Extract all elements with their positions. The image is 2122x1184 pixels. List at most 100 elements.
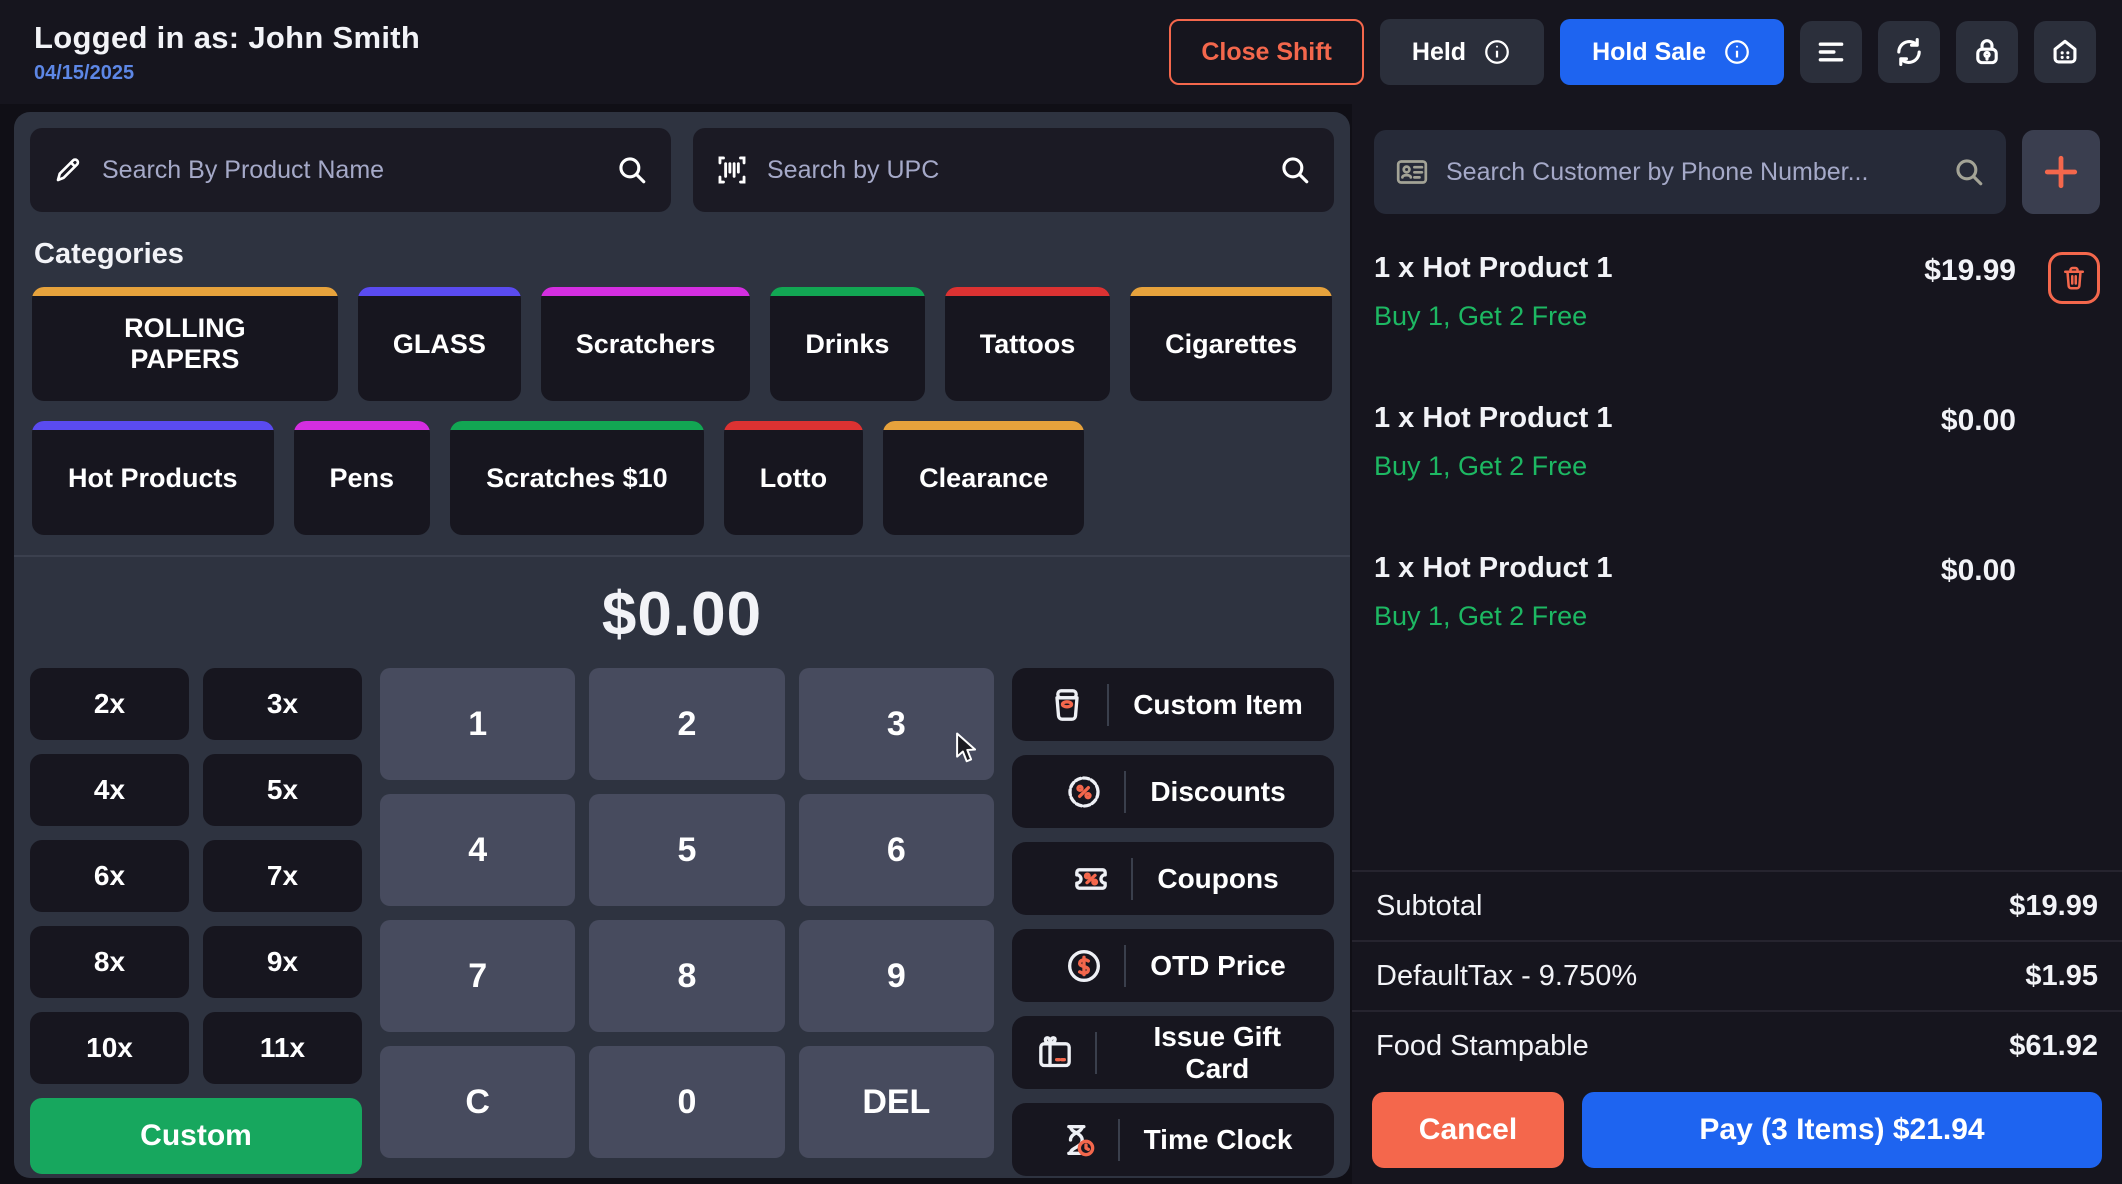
- number-pad: 1 2 3 4 5 6 7 8 9 C 0 DEL: [380, 668, 994, 1176]
- subtotal-value: $19.99: [2009, 889, 2098, 922]
- cart-item-name: 1 x Hot Product 1: [1374, 552, 1613, 584]
- key-7[interactable]: 7: [380, 920, 576, 1032]
- cart-item-info: 1 x Hot Product 1 Buy 1, Get 2 Free: [1374, 252, 1846, 332]
- category-accent-bar: [293, 421, 431, 430]
- key-1[interactable]: 1: [380, 668, 576, 780]
- issue-gift-card-button[interactable]: Issue Gift Card: [1012, 1016, 1334, 1089]
- category-glass[interactable]: GLASS: [357, 287, 522, 401]
- product-search-box[interactable]: [30, 128, 671, 212]
- cancel-button[interactable]: Cancel: [1372, 1092, 1564, 1168]
- key-8[interactable]: 8: [589, 920, 785, 1032]
- product-search-row: [14, 112, 1350, 212]
- action-divider: [1124, 944, 1127, 987]
- category-lotto[interactable]: Lotto: [723, 421, 864, 535]
- coupons-button[interactable]: Coupons: [1012, 842, 1334, 915]
- cash-drawer-icon: [2048, 35, 2082, 69]
- food-stampable-row: Food Stampable $61.92: [1352, 1010, 2122, 1080]
- category-label: Clearance: [919, 462, 1049, 493]
- action-divider: [1131, 857, 1134, 900]
- remove-item-button[interactable]: [2048, 252, 2100, 304]
- held-button[interactable]: Held: [1379, 19, 1545, 85]
- key-9[interactable]: 9: [798, 920, 994, 1032]
- held-label: Held: [1411, 37, 1467, 66]
- multiplier-5x[interactable]: 5x: [203, 754, 362, 826]
- search-icon[interactable]: [1952, 155, 1986, 189]
- action-divider: [1124, 770, 1127, 813]
- category-drinks[interactable]: Drinks: [770, 287, 925, 401]
- header-actions: Close Shift Held Hold Sale: [1169, 19, 2096, 85]
- category-row-1: ROLLING PAPERS GLASS Scratchers Drinks T…: [14, 287, 1350, 401]
- totals-section: Subtotal $19.99 DefaultTax - 9.750% $1.9…: [1352, 870, 2122, 1184]
- key-6[interactable]: 6: [798, 794, 994, 906]
- category-accent-bar: [32, 421, 274, 430]
- search-icon[interactable]: [615, 153, 649, 187]
- product-search-input[interactable]: [102, 155, 597, 185]
- key-2[interactable]: 2: [589, 668, 785, 780]
- category-pens[interactable]: Pens: [293, 421, 431, 535]
- category-hot-products[interactable]: Hot Products: [32, 421, 274, 535]
- register-panel: Categories ROLLING PAPERS GLASS Scratche…: [14, 112, 1350, 1178]
- close-shift-button[interactable]: Close Shift: [1169, 19, 1364, 85]
- logged-in-text: Logged in as: John Smith: [34, 19, 421, 55]
- key-3[interactable]: 3: [798, 668, 994, 780]
- cart-item-remove-cell: [2016, 252, 2100, 304]
- key-0[interactable]: 0: [589, 1046, 785, 1158]
- sync-button[interactable]: [1878, 21, 1940, 83]
- category-clearance[interactable]: Clearance: [883, 421, 1085, 535]
- customer-search-box[interactable]: [1374, 130, 2006, 214]
- otd-price-button[interactable]: OTD Price: [1012, 929, 1334, 1002]
- category-cigarettes[interactable]: Cigarettes: [1130, 287, 1332, 401]
- customer-search-input[interactable]: [1446, 157, 1936, 187]
- multiplier-6x[interactable]: 6x: [30, 840, 189, 912]
- cash-drawer-button[interactable]: [2034, 21, 2096, 83]
- multiplier-2x[interactable]: 2x: [30, 668, 189, 740]
- category-tattoos[interactable]: Tattoos: [944, 287, 1111, 401]
- category-scratchers[interactable]: Scratchers: [541, 287, 751, 401]
- custom-quantity-button[interactable]: Custom: [30, 1098, 362, 1174]
- multiplier-10x[interactable]: 10x: [30, 1012, 189, 1084]
- custom-item-button[interactable]: Custom Item: [1012, 668, 1334, 741]
- upc-search-box[interactable]: [693, 128, 1334, 212]
- hold-sale-button[interactable]: Hold Sale: [1560, 19, 1784, 85]
- discounts-button[interactable]: Discounts: [1012, 755, 1334, 828]
- category-accent-bar: [723, 421, 864, 430]
- box-icon: [1043, 685, 1091, 725]
- category-label: Tattoos: [979, 328, 1076, 359]
- category-accent-bar: [357, 287, 522, 296]
- category-label: Scratchers: [575, 328, 716, 359]
- cart-item-promo: Buy 1, Get 2 Free: [1374, 451, 1588, 481]
- multiplier-9x[interactable]: 9x: [203, 926, 362, 998]
- add-customer-button[interactable]: [2022, 130, 2100, 214]
- action-label: Time Clock: [1143, 1123, 1293, 1155]
- category-label: Drinks: [805, 328, 890, 359]
- pay-button[interactable]: Pay (3 Items) $21.94: [1582, 1092, 2102, 1168]
- gift-card-icon: [1032, 1033, 1079, 1073]
- multiplier-11x[interactable]: 11x: [203, 1012, 362, 1084]
- menu-icon: [1814, 35, 1848, 69]
- key-4[interactable]: 4: [380, 794, 576, 906]
- checkout-buttons-row: Cancel Pay (3 Items) $21.94: [1352, 1080, 2122, 1168]
- upc-search-input[interactable]: [767, 155, 1260, 185]
- category-rolling-papers[interactable]: ROLLING PAPERS: [32, 287, 338, 401]
- category-scratches-10[interactable]: Scratches $10: [450, 421, 704, 535]
- action-divider: [1117, 1118, 1120, 1161]
- multiplier-3x[interactable]: 3x: [203, 668, 362, 740]
- subtotal-row: Subtotal $19.99: [1352, 870, 2122, 940]
- category-accent-bar: [944, 287, 1111, 296]
- category-label: GLASS: [392, 328, 486, 359]
- action-label: Issue Gift Card: [1153, 1020, 1282, 1084]
- hold-sale-label: Hold Sale: [1592, 37, 1706, 66]
- multiplier-7x[interactable]: 7x: [203, 840, 362, 912]
- key-clear[interactable]: C: [380, 1046, 576, 1158]
- key-delete[interactable]: DEL: [798, 1046, 994, 1158]
- menu-button[interactable]: [1800, 21, 1862, 83]
- multiplier-column: 2x 3x 4x 5x 6x 7x 8x 9x 10x 11x Custom: [30, 668, 362, 1176]
- multiplier-4x[interactable]: 4x: [30, 754, 189, 826]
- lock-button[interactable]: [1956, 21, 2018, 83]
- cart-item-info: 1 x Hot Product 1 Buy 1, Get 2 Free: [1374, 552, 1846, 632]
- time-clock-button[interactable]: Time Clock: [1012, 1103, 1334, 1176]
- key-5[interactable]: 5: [589, 794, 785, 906]
- hourglass-clock-icon: [1054, 1120, 1102, 1160]
- multiplier-8x[interactable]: 8x: [30, 926, 189, 998]
- search-icon[interactable]: [1278, 153, 1312, 187]
